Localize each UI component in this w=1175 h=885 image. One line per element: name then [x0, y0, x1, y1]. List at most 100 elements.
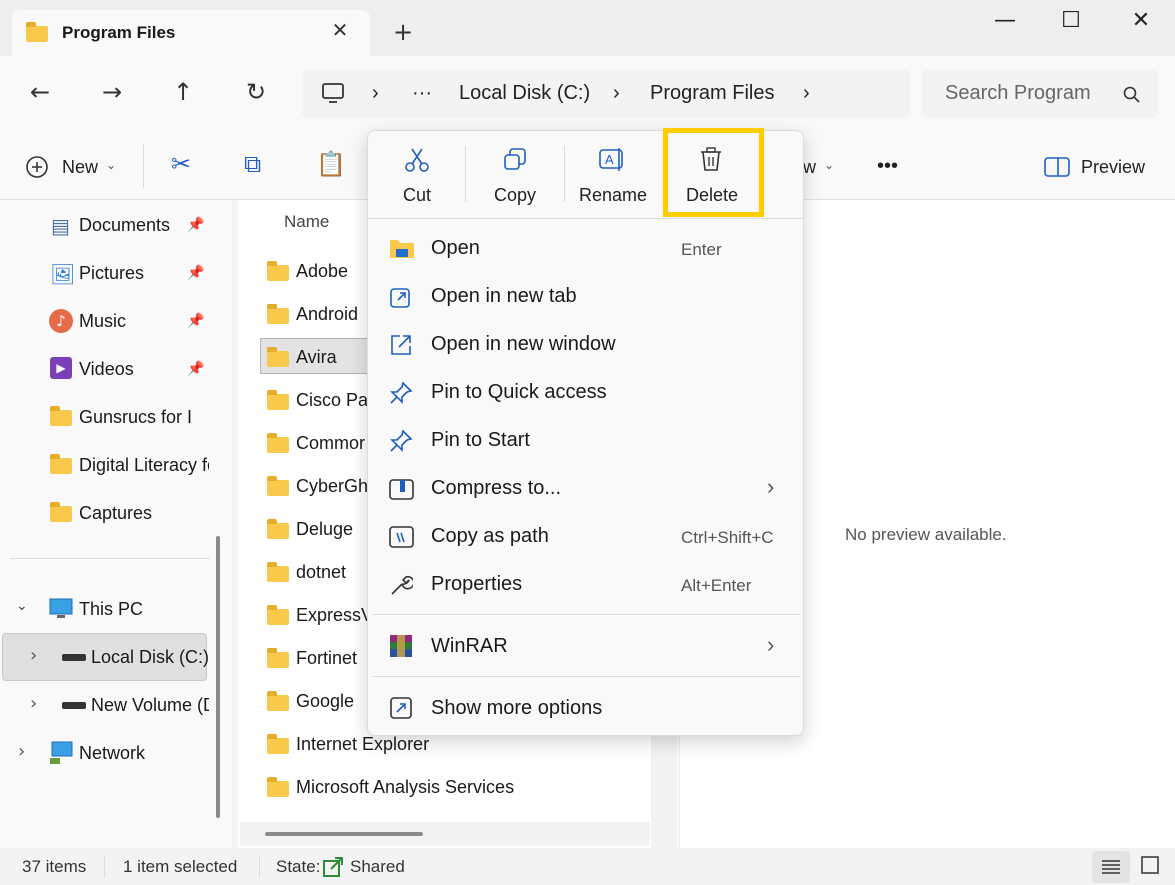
paste-icon[interactable]: 📋	[316, 150, 346, 178]
menu-item-show-more-options[interactable]: Show more options	[431, 697, 602, 720]
list-item[interactable]: Google	[296, 691, 354, 712]
list-item[interactable]: Fortinet	[296, 648, 357, 669]
close-window-button[interactable]: ✕	[1121, 8, 1161, 33]
sidebar-item-music[interactable]: Music	[79, 311, 126, 332]
horizontal-scrollbar-thumb[interactable]	[265, 832, 423, 836]
menu-item-open-new-tab[interactable]: Open in new tab	[431, 285, 577, 308]
menu-item-properties[interactable]: Properties	[431, 573, 522, 596]
column-header-name[interactable]: Name	[284, 212, 329, 232]
breadcrumb-chevron[interactable]: ›	[372, 82, 379, 105]
search-icon[interactable]	[1123, 86, 1141, 104]
menu-separator	[368, 218, 803, 219]
sidebar-item-videos[interactable]: Videos	[79, 359, 134, 380]
up-button[interactable]: ↑	[167, 78, 199, 106]
breadcrumb-local-disk[interactable]: Local Disk (C:)	[459, 82, 590, 105]
sidebar-item-new-volume[interactable]: New Volume (D	[91, 695, 209, 716]
tab-program-files[interactable]: Program Files ✕	[12, 10, 370, 56]
menu-item-open[interactable]: Open	[431, 237, 480, 260]
sidebar-item-folder[interactable]: Gunsrucs for I	[79, 407, 209, 428]
state-label: State:	[276, 857, 321, 876]
sidebar-item-local-disk[interactable]: Local Disk (C:)	[91, 647, 209, 668]
new-button[interactable]: New	[62, 157, 98, 178]
status-divider	[259, 856, 260, 878]
sidebar-item-this-pc[interactable]: This PC	[79, 599, 143, 620]
list-item[interactable]: Cisco Pac	[296, 390, 377, 411]
computer-icon	[322, 83, 344, 103]
pictures-icon: 🖼	[50, 262, 76, 286]
list-item[interactable]: Microsoft Analysis Services	[296, 777, 514, 798]
preview-button[interactable]: Preview	[1081, 157, 1145, 178]
list-item[interactable]: Commor	[296, 433, 365, 454]
folder-icon	[26, 22, 48, 42]
open-new-tab-icon	[390, 288, 410, 308]
menu-item-pin-start[interactable]: Pin to Start	[431, 429, 530, 452]
sidebar-item-digital-literacy[interactable]: Digital Literacy fo	[79, 455, 209, 476]
breadcrumb-program-files[interactable]: Program Files	[650, 82, 774, 105]
pin-icon: 📌	[187, 361, 205, 377]
list-item[interactable]: Adobe	[296, 261, 348, 282]
cut-icon[interactable]: ✂	[171, 150, 191, 178]
qa-divider	[465, 146, 466, 202]
open-new-window-icon	[391, 335, 411, 355]
show-more-options-icon	[390, 697, 412, 719]
chevron-down-icon: ⌄	[824, 158, 835, 172]
menu-item-open-new-window[interactable]: Open in new window	[431, 333, 616, 356]
maximize-button[interactable]: ☐	[1051, 8, 1091, 33]
list-item[interactable]: Internet Explorer	[296, 734, 429, 755]
chevron-right-icon[interactable]: ›	[30, 693, 37, 714]
view-button[interactable]: w	[803, 157, 816, 178]
state-value: Shared	[350, 857, 405, 876]
menu-item-copy-path[interactable]: Copy as path	[431, 525, 549, 548]
details-view-button[interactable]	[1092, 851, 1130, 883]
new-tab-button[interactable]: +	[393, 18, 413, 46]
refresh-button[interactable]: ↻	[240, 78, 272, 106]
folder-icon	[50, 502, 72, 522]
list-item[interactable]: Avira	[296, 347, 337, 368]
sidebar-scrollbar[interactable]	[216, 536, 220, 818]
back-button[interactable]: ←	[24, 78, 56, 106]
documents-icon: ▤	[51, 214, 70, 238]
list-item[interactable]: Android	[296, 304, 358, 325]
open-folder-icon	[390, 240, 414, 258]
copy-icon[interactable]: ⧉	[244, 150, 261, 178]
menu-item-compress[interactable]: Compress to...	[431, 477, 561, 500]
rename-action[interactable]: Rename	[568, 185, 658, 206]
delete-highlight-box	[663, 128, 764, 217]
folder-icon	[50, 406, 72, 426]
tiles-view-icon[interactable]	[1141, 856, 1159, 874]
forward-button[interactable]: →	[96, 78, 128, 106]
pin-quick-access-icon	[390, 381, 413, 404]
folder-icon	[267, 605, 289, 625]
breadcrumb-chevron[interactable]: ›	[613, 82, 620, 105]
list-item[interactable]: ExpressV	[296, 605, 373, 626]
list-item[interactable]: Deluge	[296, 519, 353, 540]
menu-item-winrar[interactable]: WinRAR	[431, 635, 508, 658]
svg-text:A: A	[605, 152, 614, 167]
music-icon: ♪	[49, 309, 73, 333]
menu-item-pin-quick-access[interactable]: Pin to Quick access	[431, 381, 607, 404]
breadcrumb-more[interactable]: ···	[412, 82, 432, 105]
shared-icon	[323, 857, 343, 877]
minimize-button[interactable]: —	[985, 8, 1025, 33]
sidebar-item-network[interactable]: Network	[79, 743, 145, 764]
cut-action[interactable]: Cut	[372, 185, 462, 206]
address-bar[interactable]	[302, 70, 910, 118]
new-icon	[26, 156, 48, 178]
sidebar-item-pictures[interactable]: Pictures	[79, 263, 144, 284]
close-tab-icon[interactable]: ✕	[328, 18, 352, 42]
sidebar-item-documents[interactable]: Documents	[79, 215, 170, 236]
copy-action[interactable]: Copy	[470, 185, 560, 206]
breadcrumb-chevron[interactable]: ›	[803, 82, 810, 105]
chevron-right-icon[interactable]: ›	[18, 741, 25, 762]
chevron-right-icon[interactable]: ›	[30, 645, 37, 666]
compress-icon	[389, 479, 414, 500]
sidebar-item-captures[interactable]: Captures	[79, 503, 152, 524]
folder-icon	[267, 304, 289, 324]
vertical-scrollbar-track	[651, 730, 677, 848]
winrar-icon	[390, 635, 412, 657]
more-options-button[interactable]: •••	[877, 155, 898, 178]
list-item[interactable]: dotnet	[296, 562, 346, 583]
search-input[interactable]: Search Program	[945, 82, 1091, 105]
list-item[interactable]: CyberGh	[296, 476, 368, 497]
chevron-down-icon[interactable]: ⌄	[16, 598, 28, 614]
